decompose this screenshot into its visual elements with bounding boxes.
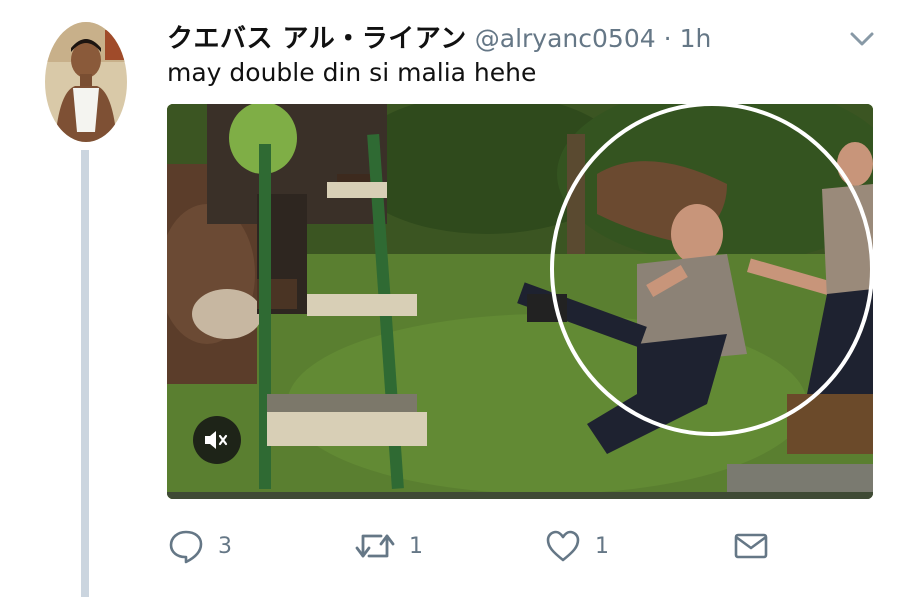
tweet-actions: 3 1 1 [0,526,900,566]
video-player[interactable] [167,104,873,499]
tweet-menu-button[interactable] [848,28,876,50]
timestamp[interactable]: 1h [680,24,712,53]
like-count: 1 [595,533,609,559]
mute-button[interactable] [193,416,241,464]
retweet-icon [355,534,395,558]
avatar[interactable] [45,22,127,142]
video-progress-bar[interactable] [167,492,873,499]
direct-message-icon [734,533,768,559]
reply-button[interactable]: 3 [168,526,232,566]
tweet-text: may double din si malia hehe [167,58,537,87]
direct-message-button[interactable] [733,526,769,566]
tweet-header: クエバス アル・ライアン @alryanc0504 · 1h [167,18,711,54]
mute-icon [205,431,228,449]
retweet-button[interactable]: 1 [355,526,423,566]
like-button[interactable]: 1 [545,526,609,566]
time-separator: · [663,24,672,53]
reply-icon [169,530,203,564]
reply-count: 3 [218,533,232,559]
video-frame [167,104,873,499]
chevron-down-icon [850,32,874,46]
like-icon [546,530,580,562]
handle[interactable]: @alryanc0504 [475,24,656,53]
display-name[interactable]: クエバス アル・ライアン [167,18,467,55]
retweet-count: 1 [409,533,423,559]
